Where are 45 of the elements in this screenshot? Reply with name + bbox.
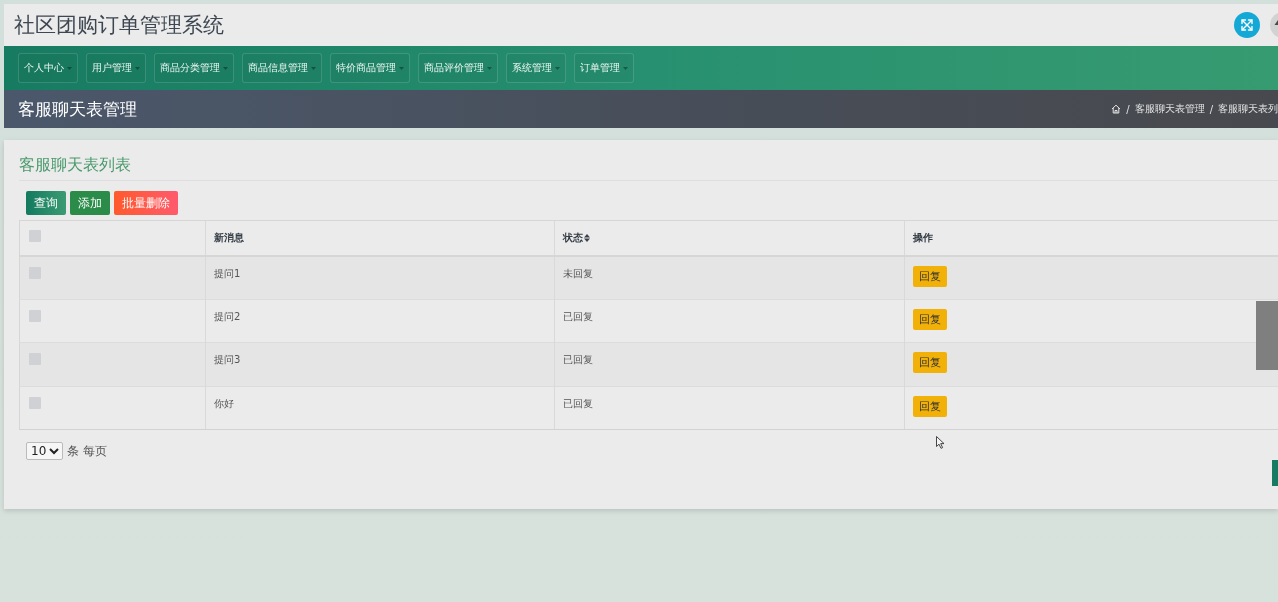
checkbox[interactable]: [29, 230, 41, 242]
page-size-select[interactable]: 10: [26, 442, 63, 460]
nav-menu-item[interactable]: 系统管理: [506, 53, 566, 83]
column-header: 新消息: [214, 230, 244, 245]
nav-menu-item[interactable]: 个人中心: [18, 53, 78, 83]
nav-menu-item[interactable]: 特价商品管理: [330, 53, 410, 83]
scrollbar-thumb[interactable]: [1256, 301, 1278, 370]
column-header: 操作: [913, 230, 933, 245]
panel-title: 客服聊天表列表: [19, 155, 1278, 181]
pagination-button[interactable]: [1272, 460, 1278, 486]
page-size-label: 条 每页: [67, 442, 107, 460]
toolbar-button[interactable]: 批量删除: [114, 191, 178, 215]
page-title: 客服聊天表管理: [18, 97, 138, 121]
checkbox[interactable]: [29, 396, 41, 409]
toolbar-button[interactable]: 查询: [26, 191, 66, 215]
table-cell: 提问2: [205, 299, 555, 343]
reply-button[interactable]: 回复: [913, 265, 947, 287]
table-cell: 已回复: [554, 342, 905, 386]
nav-menu-item[interactable]: 订单管理: [574, 53, 634, 83]
nav-menu-item[interactable]: 商品评价管理: [418, 53, 498, 83]
reply-button[interactable]: 回复: [913, 352, 947, 373]
column-header[interactable]: 状态: [563, 230, 583, 245]
mouse-pointer-icon: [936, 436, 945, 449]
home-icon[interactable]: [1111, 104, 1122, 114]
sort-icon[interactable]: [584, 233, 590, 242]
reply-button[interactable]: 回复: [913, 308, 947, 330]
table-cell: 提问3: [205, 342, 555, 386]
avatar-icon[interactable]: [1270, 12, 1278, 38]
nav-menu-item[interactable]: 商品分类管理: [154, 53, 234, 83]
nav-menu-item[interactable]: 商品信息管理: [242, 53, 322, 83]
breadcrumb-current: 客服聊天表列: [1218, 102, 1278, 116]
table-cell: 未回复: [554, 255, 905, 299]
breadcrumb-separator: /: [1126, 103, 1130, 115]
fullscreen-icon[interactable]: [1234, 12, 1260, 38]
nav-menu-item[interactable]: 用户管理: [86, 53, 146, 83]
checkbox[interactable]: [29, 309, 41, 322]
breadcrumb-link[interactable]: 客服聊天表管理: [1134, 102, 1205, 116]
app-title: 社区团购订单管理系统: [14, 12, 225, 39]
table-cell: 提问1: [205, 255, 555, 299]
table-cell: 已回复: [554, 299, 905, 343]
reply-button[interactable]: 回复: [913, 395, 947, 417]
toolbar-button[interactable]: 添加: [70, 191, 110, 215]
table-cell: 已回复: [554, 386, 905, 430]
table-cell: 你好: [205, 386, 555, 430]
breadcrumb-separator: /: [1209, 103, 1213, 115]
